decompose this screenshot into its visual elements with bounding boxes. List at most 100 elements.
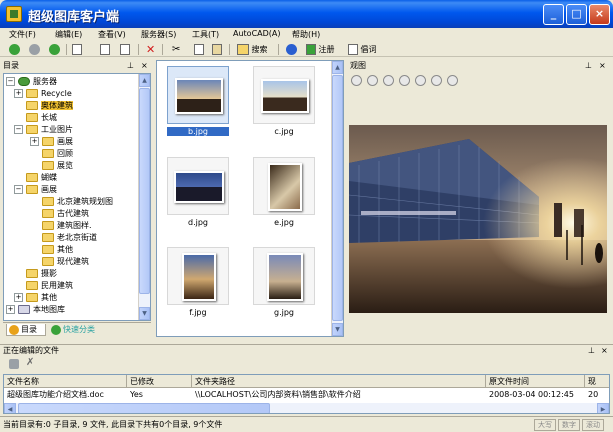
pin-icon[interactable]: ⊥ (127, 60, 134, 72)
tree-item[interactable]: 回顾 (30, 148, 73, 160)
hscroll-thumb[interactable] (18, 403, 270, 413)
preview-pin-icon[interactable]: ⊥ (585, 60, 592, 72)
thumbnail-panel[interactable]: b.jpg c.jpg d.jpg e.jpg f.jpg g.jpg (156, 60, 344, 337)
tree-item[interactable]: − 画展 (14, 184, 57, 196)
tree-item[interactable]: 长城 (14, 112, 57, 124)
tree-scrollbar[interactable]: ▲ ▼ (138, 74, 150, 320)
register-button[interactable]: 注册 (306, 43, 335, 56)
cut-icon[interactable]: ✂ (172, 43, 180, 56)
tree-item[interactable]: − 服务器 (6, 76, 57, 88)
tree-item[interactable]: 其他 (30, 244, 73, 256)
minimize-button[interactable]: _ (543, 4, 564, 25)
tree-item[interactable]: 展览 (30, 160, 73, 172)
table-hscrollbar[interactable]: ◀ ▶ (4, 403, 609, 413)
panel-close-icon[interactable]: × (141, 60, 148, 72)
close-button[interactable]: × (589, 4, 610, 25)
zoom-fit-icon[interactable] (367, 75, 378, 86)
menu-view[interactable]: 查看(V) (98, 29, 126, 40)
zoom-in-icon[interactable] (383, 75, 394, 86)
thumbnail[interactable] (167, 66, 229, 124)
cancel-edit-icon[interactable]: ✗ (26, 357, 34, 368)
help-icon[interactable] (286, 43, 297, 56)
tree-item[interactable]: 建筑图样. (30, 220, 92, 232)
scroll-thumb[interactable] (139, 88, 150, 294)
thumbnail[interactable] (253, 247, 315, 305)
tree-item[interactable]: − 工业图片 (14, 124, 73, 136)
tree-item[interactable]: 民用建筑 (14, 280, 73, 292)
menu-help[interactable]: 帮助(H) (292, 29, 320, 40)
properties-icon[interactable] (120, 43, 130, 56)
zoom-actual-icon[interactable] (399, 75, 410, 86)
zoom-out-icon[interactable] (415, 75, 426, 86)
tree-item[interactable]: 摄影 (14, 268, 57, 280)
table-cell-current[interactable]: 20 (585, 389, 609, 401)
thumbnail-scrollbar[interactable]: ▲ ▼ (331, 61, 343, 336)
tab-quick-category[interactable]: 快速分类 (49, 324, 105, 336)
tree-expander-icon[interactable]: − (14, 125, 23, 134)
thumbnail[interactable] (253, 66, 315, 124)
tree-expander-icon[interactable]: − (14, 185, 23, 194)
thumbnail-label[interactable]: f.jpg (167, 308, 229, 317)
menu-server[interactable]: 服务器(S) (141, 29, 176, 40)
tree-expander-icon[interactable]: + (14, 89, 23, 98)
tree-expander-icon[interactable]: + (14, 293, 23, 302)
col-current[interactable]: 现 (585, 375, 609, 388)
tree-item[interactable]: + Recycle (14, 88, 72, 100)
col-folder-path[interactable]: 文件夹路径 (192, 375, 486, 388)
thumbnail[interactable] (167, 157, 229, 215)
paste-icon[interactable] (212, 43, 222, 56)
scroll-up-button[interactable]: ▲ (139, 74, 150, 87)
table-cell-path[interactable]: \\LOCALHOST\公司内部资料\销售部\软件介绍 (192, 389, 486, 401)
search-button[interactable]: 搜索 (237, 43, 268, 56)
preview-close-icon[interactable]: × (599, 60, 606, 72)
thumb-scroll-up-button[interactable]: ▲ (332, 61, 343, 74)
view-icon[interactable] (72, 43, 82, 56)
slogan-button[interactable]: 倡词 (348, 43, 377, 56)
forward-icon[interactable] (29, 43, 40, 56)
thumbnail-label[interactable]: e.jpg (253, 218, 315, 227)
col-orig-time[interactable]: 原文件时间 (486, 375, 585, 388)
table-cell-name[interactable]: 超级图库功能介绍文档.doc (4, 389, 127, 401)
tree-expander-icon[interactable]: − (6, 77, 15, 86)
copy-icon[interactable] (194, 43, 204, 56)
delete-icon[interactable]: ✕ (146, 43, 155, 56)
thumbnail-label[interactable]: g.jpg (253, 308, 315, 317)
menu-tools[interactable]: 工具(T) (192, 29, 219, 40)
tree-item[interactable]: 现代建筑 (30, 256, 89, 268)
up-icon[interactable] (49, 43, 60, 56)
scroll-down-button[interactable]: ▼ (139, 307, 150, 320)
tab-directory[interactable]: 目录 (6, 324, 46, 336)
thumbnail[interactable] (167, 247, 229, 305)
tree-item[interactable]: 奥体建筑 (14, 100, 73, 112)
scroll-left-button[interactable]: ◀ (4, 403, 16, 413)
table-cell-modified[interactable]: Yes (127, 389, 192, 401)
pan-icon[interactable] (447, 75, 458, 86)
folder-tree[interactable]: − 服务器 + Recycle 奥体建筑 长城 − 工业图片 + 画展 回顾 展览 蝴蝶 − 画展 北京建筑规… (3, 73, 151, 321)
maximize-button[interactable]: □ (566, 4, 587, 25)
tree-item[interactable]: + 画展 (30, 136, 73, 148)
tree-item[interactable]: 北京建筑规划图 (30, 196, 113, 208)
tree-item[interactable]: + 本地图库 (6, 304, 65, 316)
col-filename[interactable]: 文件名称 (4, 375, 127, 388)
tree-expander-icon[interactable]: + (6, 305, 15, 314)
menu-edit[interactable]: 编辑(E) (55, 29, 82, 40)
menu-file[interactable]: 文件(F) (9, 29, 36, 40)
tree-item[interactable]: 蝴蝶 (14, 172, 57, 184)
import-icon[interactable] (100, 43, 110, 56)
tree-item[interactable]: + 其他 (14, 292, 57, 304)
tree-expander-icon[interactable]: + (30, 137, 39, 146)
scroll-right-button[interactable]: ▶ (597, 403, 609, 413)
title-bar[interactable]: 超级图库客户端 _ □ × (0, 0, 613, 28)
thumb-scroll-down-button[interactable]: ▼ (332, 323, 343, 336)
thumbnail[interactable] (253, 157, 315, 215)
back-icon[interactable] (9, 43, 20, 56)
thumbnail-label[interactable]: b.jpg (167, 127, 229, 136)
upload-icon[interactable] (9, 359, 19, 369)
table-cell-time[interactable]: 2008-03-04 00:12:45 (486, 389, 585, 401)
rotate-icon[interactable] (351, 75, 362, 86)
thumbnail-label[interactable]: c.jpg (253, 127, 315, 136)
col-modified[interactable]: 已修改 (127, 375, 192, 388)
zoom-area-icon[interactable] (431, 75, 442, 86)
thumbnail-label[interactable]: d.jpg (167, 218, 229, 227)
tree-item[interactable]: 古代建筑 (30, 208, 89, 220)
